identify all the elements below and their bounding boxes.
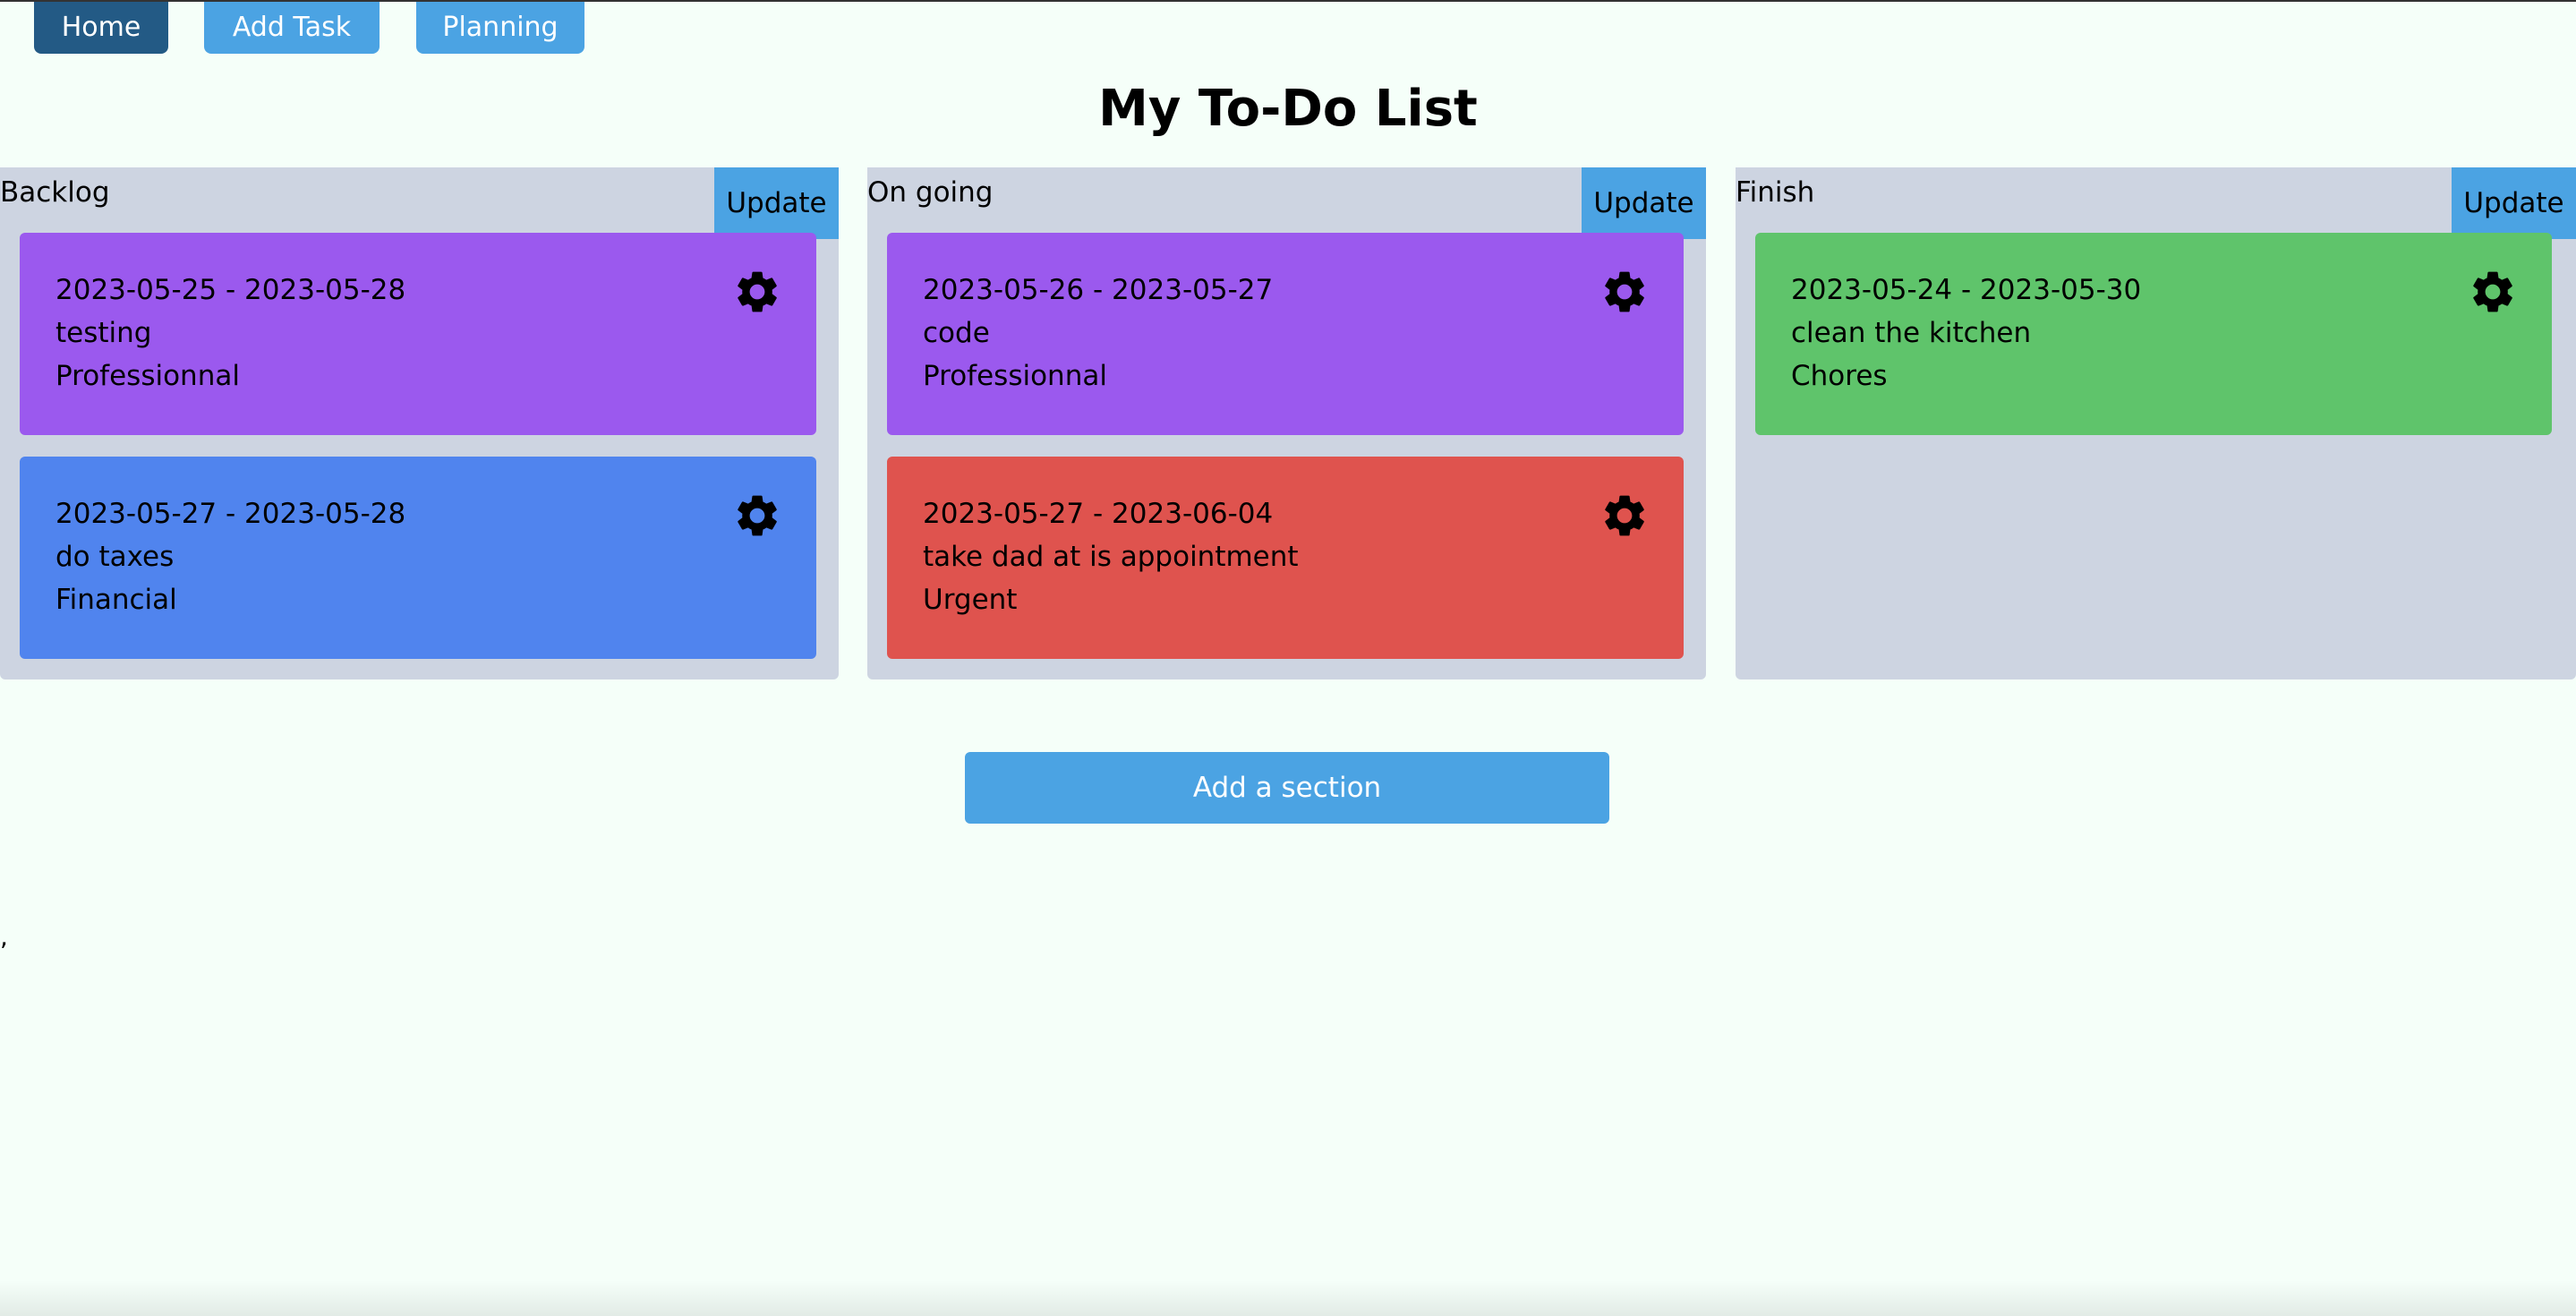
add-task-button[interactable]: Add Task: [204, 2, 380, 54]
task-name: clean the kitchen: [1791, 317, 2032, 349]
update-button[interactable]: Update: [1582, 167, 1706, 239]
task-dates: 2023-05-27 - 2023-06-04: [923, 498, 1274, 530]
update-button[interactable]: Update: [2452, 167, 2576, 239]
task-dates: 2023-05-26 - 2023-05-27: [923, 274, 1274, 306]
gear-icon[interactable]: [1599, 491, 1650, 541]
task-dates: 2023-05-24 - 2023-05-30: [1791, 274, 2142, 306]
task-dates: 2023-05-27 - 2023-05-28: [55, 498, 406, 530]
task-card[interactable]: 2023-05-24 - 2023-05-30 clean the kitche…: [1755, 233, 2552, 435]
task-category: Chores: [1791, 360, 1888, 392]
gear-icon[interactable]: [1599, 267, 1650, 317]
task-card[interactable]: 2023-05-26 - 2023-05-27 code Professionn…: [887, 233, 1684, 435]
gear-icon[interactable]: [732, 491, 782, 541]
gear-icon[interactable]: [732, 267, 782, 317]
section-title: On going: [867, 176, 994, 209]
task-name: take dad at is appointment: [923, 541, 1299, 573]
update-button[interactable]: Update: [714, 167, 839, 239]
stray-mark: ,: [0, 922, 8, 952]
task-card[interactable]: 2023-05-25 - 2023-05-28 testing Professi…: [20, 233, 816, 435]
task-card[interactable]: 2023-05-27 - 2023-05-28 do taxes Financi…: [20, 457, 816, 659]
home-button[interactable]: Home: [34, 2, 168, 54]
task-card[interactable]: 2023-05-27 - 2023-06-04 take dad at is a…: [887, 457, 1684, 659]
page-title: My To-Do List: [1098, 80, 1478, 138]
task-category: Urgent: [923, 584, 1018, 616]
section-backlog: Backlog Update 2023-05-25 - 2023-05-28 t…: [0, 167, 839, 679]
planning-button[interactable]: Planning: [416, 2, 584, 54]
task-name: do taxes: [55, 541, 175, 573]
task-dates: 2023-05-25 - 2023-05-28: [55, 274, 406, 306]
gear-icon[interactable]: [2468, 267, 2518, 317]
section-title: Backlog: [0, 176, 110, 209]
section-on-going: On going Update 2023-05-26 - 2023-05-27 …: [867, 167, 1706, 679]
task-category: Financial: [55, 584, 177, 616]
section-finish: Finish Update 2023-05-24 - 2023-05-30 cl…: [1736, 167, 2576, 679]
task-name: code: [923, 317, 990, 349]
task-name: testing: [55, 317, 152, 349]
bottom-shade: [0, 1280, 2576, 1316]
task-category: Professionnal: [55, 360, 240, 392]
task-category: Professionnal: [923, 360, 1107, 392]
section-title: Finish: [1736, 176, 1815, 209]
add-section-button[interactable]: Add a section: [965, 752, 1609, 824]
